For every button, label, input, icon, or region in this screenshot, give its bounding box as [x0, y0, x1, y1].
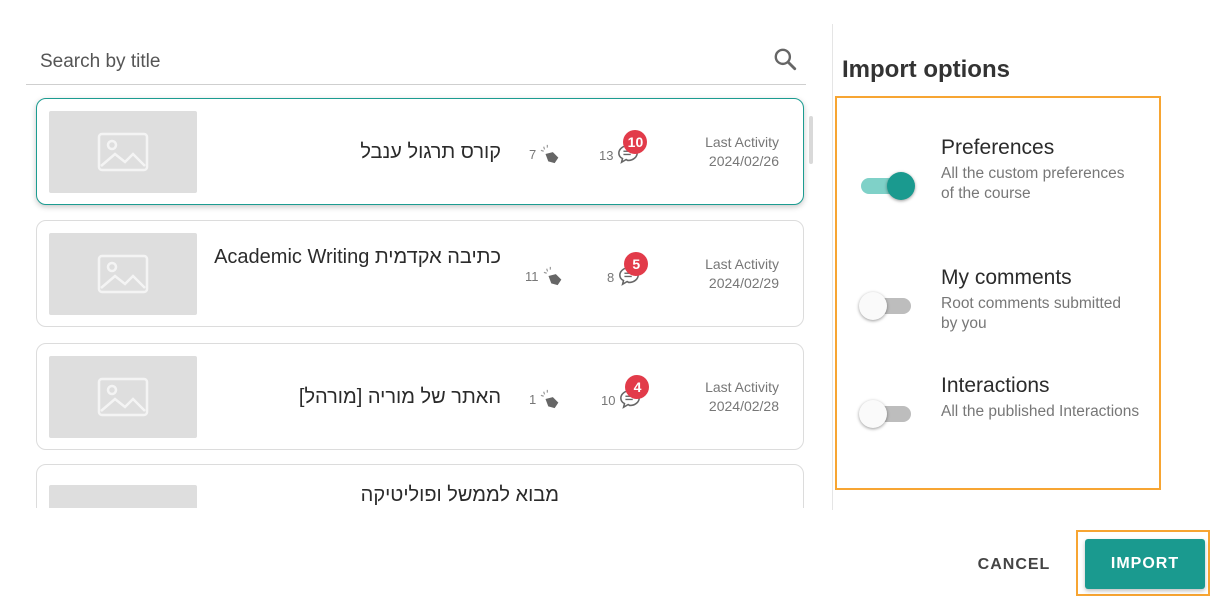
- course-thumbnail: [49, 111, 197, 193]
- search-icon[interactable]: [772, 46, 798, 72]
- course-card[interactable]: מבוא לממשל ופוליטיקה: [36, 464, 804, 508]
- image-placeholder-icon: [97, 132, 149, 172]
- interactions-stat: 11: [525, 265, 565, 287]
- last-activity-date: 2024/02/28: [708, 398, 779, 414]
- course-title: מבוא לממשל ופוליטיקה: [360, 484, 559, 506]
- interactions-count: 11: [525, 268, 539, 284]
- option-description: All the published Interactions: [941, 403, 1140, 420]
- last-activity: Last Activity 2024/02/26: [679, 133, 779, 171]
- interactions-count: 1: [529, 391, 537, 407]
- course-list[interactable]: קורס תרגול ענבל 7 13 10 Last Activity 20…: [26, 90, 818, 508]
- toggle-knob: [859, 400, 887, 428]
- course-thumbnail: [49, 485, 197, 508]
- panel-divider: [832, 24, 833, 510]
- option-preferences: Preferences All the custom preferences o…: [941, 136, 1141, 204]
- comments-stat: 8 5: [607, 252, 649, 289]
- interactions-count: 7: [529, 146, 537, 162]
- comments-stat: 10 4: [601, 375, 650, 412]
- last-activity: Last Activity 2024/02/28: [679, 378, 779, 416]
- cancel-button[interactable]: CANCEL: [956, 544, 1072, 586]
- course-card[interactable]: קורס תרגול ענבל 7 13 10 Last Activity 20…: [36, 98, 804, 205]
- course-thumbnail: [49, 233, 197, 315]
- option-interactions: Interactions All the published Interacti…: [941, 374, 1141, 422]
- course-title: כתיבה אקדמית Academic Writing: [214, 246, 501, 268]
- interactions-stat: 7: [529, 143, 562, 165]
- option-title: Interactions: [941, 374, 1050, 397]
- course-title: האתר של מוריה [מורהל]: [298, 386, 501, 408]
- last-activity-date: 2024/02/26: [708, 153, 779, 169]
- tap-hand-icon: [543, 266, 561, 286]
- option-description: Root comments submitted by you: [941, 295, 1122, 332]
- my-comments-toggle[interactable]: [859, 288, 919, 322]
- course-card[interactable]: האתר של מוריה [מורהל] 1 10 4 Last Activi…: [36, 343, 804, 450]
- last-activity-label: Last Activity: [705, 134, 779, 150]
- option-description: All the custom preferences of the course: [941, 165, 1125, 202]
- course-card[interactable]: כתיבה אקדמית Academic Writing 11 8 5 Las…: [36, 220, 804, 327]
- course-thumbnail: [49, 356, 197, 438]
- comments-count: 10: [601, 392, 616, 408]
- tap-hand-icon: [540, 144, 559, 164]
- course-title: קורס תרגול ענבל: [360, 141, 501, 163]
- search-input[interactable]: [38, 48, 742, 76]
- unread-badge: 5: [624, 252, 649, 276]
- interactions-stat: 1: [529, 388, 562, 410]
- last-activity-label: Last Activity: [705, 256, 779, 272]
- preferences-toggle[interactable]: [859, 168, 919, 202]
- last-activity: Last Activity 2024/02/29: [679, 255, 779, 293]
- comments-stat: 13 10: [599, 130, 648, 167]
- toggle-knob: [859, 292, 887, 320]
- option-my-comments: My comments Root comments submitted by y…: [941, 266, 1141, 334]
- interactions-toggle[interactable]: [859, 396, 919, 430]
- import-options-panel: Preferences All the custom preferences o…: [835, 96, 1161, 490]
- unread-badge: 4: [625, 375, 650, 399]
- unread-badge: 10: [623, 130, 648, 154]
- comments-count: 13: [599, 147, 614, 163]
- last-activity-label: Last Activity: [705, 379, 779, 395]
- import-button[interactable]: IMPORT: [1085, 539, 1205, 589]
- image-placeholder-icon: [97, 254, 149, 294]
- list-scrollbar[interactable]: [809, 116, 813, 164]
- search-bar: [26, 36, 806, 85]
- last-activity-date: 2024/02/29: [708, 275, 779, 291]
- option-title: My comments: [941, 266, 1072, 289]
- toggle-knob: [887, 172, 915, 200]
- image-placeholder-icon: [97, 377, 149, 417]
- import-options-title: Import options: [842, 56, 1010, 83]
- option-title: Preferences: [941, 136, 1055, 159]
- tap-hand-icon: [540, 389, 559, 409]
- comments-count: 8: [607, 269, 615, 285]
